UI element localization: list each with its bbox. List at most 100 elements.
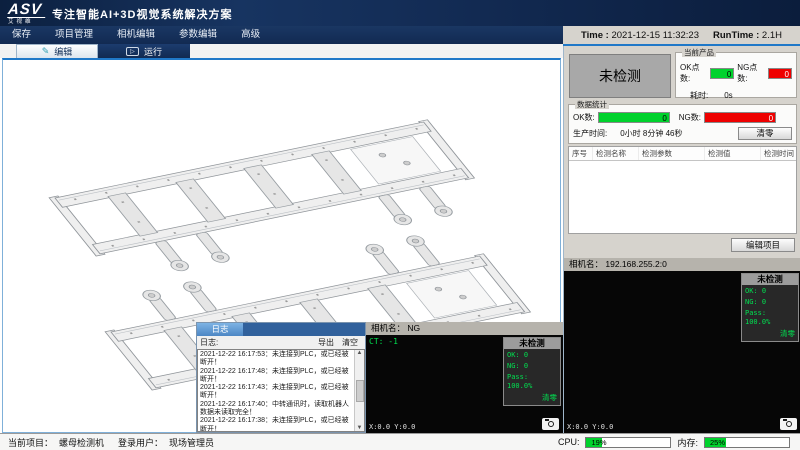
scroll-up-icon[interactable]: ▲ bbox=[357, 350, 363, 356]
log-panel: 日志 日志: 导出 清空 2021-12-22 16:17:53：未连接到PLC… bbox=[196, 322, 366, 433]
memory-progress-bar: 25% bbox=[704, 437, 790, 448]
log-entry[interactable]: 2021-12-22 16:17:48：未连接到PLC，或已经被断开！ bbox=[200, 368, 352, 385]
runtime-value: 2.1H bbox=[762, 30, 782, 41]
detection-result-table: 序号 检测名称 检测参数 检测值 检测时间 bbox=[568, 146, 797, 234]
ng-count-value: 0 bbox=[704, 112, 776, 123]
camera-main-ng-count: NG: 0 bbox=[742, 296, 798, 307]
elapsed-value: 0s bbox=[724, 91, 732, 100]
scroll-down-icon[interactable]: ▼ bbox=[357, 425, 363, 431]
ok-points-value: 0 bbox=[710, 68, 734, 79]
product-status-badge: 未检测 bbox=[569, 54, 671, 98]
clear-stats-button[interactable]: 清零 bbox=[738, 127, 792, 140]
menu-item-camera-edit[interactable]: 相机编辑 bbox=[105, 26, 167, 44]
ok-count-value: 0 bbox=[598, 112, 670, 123]
camera-main-pass-rate: Pass: 100.0% bbox=[742, 307, 798, 327]
ok-count-label: OK数: bbox=[573, 112, 595, 123]
current-project-label: 当前项目： bbox=[8, 436, 53, 449]
camera-ng-pass-rate: Pass: 100.0% bbox=[504, 371, 560, 391]
camera-name-value: 192.168.255.2:0 bbox=[605, 259, 666, 269]
camera-main-view[interactable]: 未检测 OK: 0 NG: 0 Pass: 100.0% 清零 X:0.0 Y:… bbox=[564, 271, 800, 433]
clock-strip: Time : 2021-12-15 11:32:23 RunTime : 2.1… bbox=[563, 26, 800, 46]
ok-points-label: OK点数: bbox=[680, 62, 707, 84]
camera-ng-view[interactable]: CT: -1 未检测 OK: 0 NG: 0 Pass: 100.0% 清零 X… bbox=[366, 335, 563, 433]
log-list: 2021-12-22 16:17:53：未连接到PLC，或已经被断开！ 2021… bbox=[197, 349, 365, 432]
brand-logo-text: ASV bbox=[7, 2, 47, 18]
camera-ct-readout: CT: -1 bbox=[369, 337, 398, 346]
brand-logo-subtext: 艾视维 bbox=[8, 19, 50, 26]
log-entry[interactable]: 2021-12-22 16:17:53：未连接到PLC，或已经被断开！ bbox=[200, 351, 352, 368]
mode-tab-row: ✎ 编辑 ▷ 运行 bbox=[0, 44, 563, 58]
menu-item-project-manage[interactable]: 项目管理 bbox=[43, 26, 105, 44]
right-panel: 未检测 当前产品 OK点数: 0 NG点数: 0 耗时: 0s 数据统计 OK数… bbox=[563, 46, 800, 433]
tab-edit-label: 编辑 bbox=[54, 45, 72, 58]
production-time-value: 0小时 8分钟 46秒 bbox=[620, 128, 682, 139]
column-detect-value[interactable]: 检测值 bbox=[705, 147, 761, 160]
camera-main-overlay: 未检测 OK: 0 NG: 0 Pass: 100.0% 清零 bbox=[741, 273, 799, 342]
tab-run[interactable]: ▷ 运行 bbox=[98, 44, 190, 58]
camera-icon-notch bbox=[783, 419, 787, 421]
camera-main-clear-link[interactable]: 清零 bbox=[742, 327, 798, 341]
camera-ng-overlay: 未检测 OK: 0 NG: 0 Pass: 100.0% 清零 bbox=[503, 337, 561, 406]
log-entry[interactable]: 2021-12-22 16:17:38：未连接到PLC，或已经被断开！ bbox=[200, 417, 352, 431]
log-toolbar: 日志: 导出 清空 bbox=[197, 336, 365, 349]
camera-panel-ng: 相机名： NG CT: -1 未检测 OK: 0 NG: 0 Pass: 100… bbox=[366, 322, 563, 433]
play-icon: ▷ bbox=[126, 47, 139, 56]
log-tab[interactable]: 日志 bbox=[197, 323, 243, 336]
time-display: Time : 2021-12-15 11:32:23 bbox=[581, 30, 699, 41]
column-detect-param[interactable]: 检测参数 bbox=[639, 147, 705, 160]
edit-project-button[interactable]: 编辑项目 bbox=[731, 238, 795, 252]
camera-ng-clear-link[interactable]: 清零 bbox=[504, 391, 560, 405]
current-project-value: 螺母检测机 bbox=[59, 436, 104, 449]
status-bar: 当前项目： 螺母检测机 登录用户： 现场管理员 CPU: 19% 内存: 25% bbox=[0, 433, 800, 450]
camera-snapshot-icon[interactable] bbox=[780, 418, 797, 430]
menu-bar: 保存 项目管理 相机编辑 参数编辑 高级 bbox=[0, 26, 563, 44]
app-title: 专注智能AI+3D视觉系统解决方案 bbox=[52, 6, 233, 22]
camera-main-status: 未检测 bbox=[742, 274, 798, 285]
elapsed-label: 耗时: bbox=[690, 90, 708, 101]
title-bar: ASV 艾视维 专注智能AI+3D视觉系统解决方案 bbox=[0, 0, 800, 26]
log-clear-button[interactable]: 清空 bbox=[338, 337, 362, 348]
camera-ng-status: 未检测 bbox=[504, 338, 560, 349]
camera-snapshot-icon[interactable] bbox=[542, 418, 559, 430]
table-body-empty bbox=[569, 161, 796, 233]
camera-name-label: 相机名： bbox=[569, 259, 603, 269]
runtime-display: RunTime : 2.1H bbox=[713, 30, 782, 41]
table-header-row: 序号 检测名称 检测参数 检测值 检测时间 bbox=[569, 147, 796, 161]
column-detect-time[interactable]: 检测时间 bbox=[761, 147, 796, 160]
statistics-title: 数据统计 bbox=[575, 100, 609, 109]
ng-points-value: 0 bbox=[768, 68, 792, 79]
log-tab-header: 日志 bbox=[197, 323, 365, 336]
scrollbar-thumb[interactable] bbox=[356, 380, 364, 402]
tab-run-label: 运行 bbox=[144, 45, 162, 58]
cpu-label: CPU: bbox=[558, 437, 580, 447]
time-value: 2021-12-15 11:32:23 bbox=[611, 30, 699, 41]
memory-label: 内存: bbox=[677, 436, 698, 449]
menu-item-save[interactable]: 保存 bbox=[0, 26, 43, 44]
log-entry[interactable]: 2021-12-22 16:17:40：中转通讯时，读取机器人数据未读取完全！ bbox=[200, 401, 352, 418]
log-entries: 2021-12-22 16:17:53：未连接到PLC，或已经被断开！ 2021… bbox=[198, 350, 354, 431]
log-entry[interactable]: 2021-12-22 16:17:43：未连接到PLC，或已经被断开！ bbox=[200, 384, 352, 401]
login-user-label: 登录用户： bbox=[118, 436, 163, 449]
camera-main-ok-count: OK: 0 bbox=[742, 285, 798, 296]
production-time-label: 生产时间: bbox=[573, 128, 607, 139]
cpu-progress-bar: 19% bbox=[585, 437, 671, 448]
brand-logo: ASV 艾视维 bbox=[8, 1, 50, 26]
column-detect-name[interactable]: 检测名称 bbox=[593, 147, 639, 160]
log-scrollbar[interactable]: ▲ ▼ bbox=[354, 350, 364, 431]
cpu-progress-value: 19% bbox=[591, 438, 606, 447]
log-export-button[interactable]: 导出 bbox=[314, 337, 338, 348]
camera-icon-notch bbox=[545, 419, 549, 421]
pencil-icon: ✎ bbox=[42, 46, 50, 57]
menu-item-param-edit[interactable]: 参数编辑 bbox=[167, 26, 229, 44]
column-index[interactable]: 序号 bbox=[569, 147, 593, 160]
camera-ng-coords: X:0.0 Y:0.0 bbox=[369, 423, 415, 431]
menu-item-advanced[interactable]: 高级 bbox=[229, 26, 272, 44]
camera-icon-lens bbox=[548, 421, 554, 427]
camera-main-header: 相机名： 192.168.255.2:0 bbox=[564, 258, 800, 271]
log-label: 日志: bbox=[200, 337, 314, 348]
tab-edit[interactable]: ✎ 编辑 bbox=[16, 44, 98, 58]
current-product-group: 当前产品 OK点数: 0 NG点数: 0 耗时: 0s bbox=[675, 52, 797, 98]
login-user-value: 现场管理员 bbox=[169, 436, 214, 449]
camera-name-label: 相机名： bbox=[371, 323, 405, 333]
memory-progress-value: 25% bbox=[710, 438, 725, 447]
